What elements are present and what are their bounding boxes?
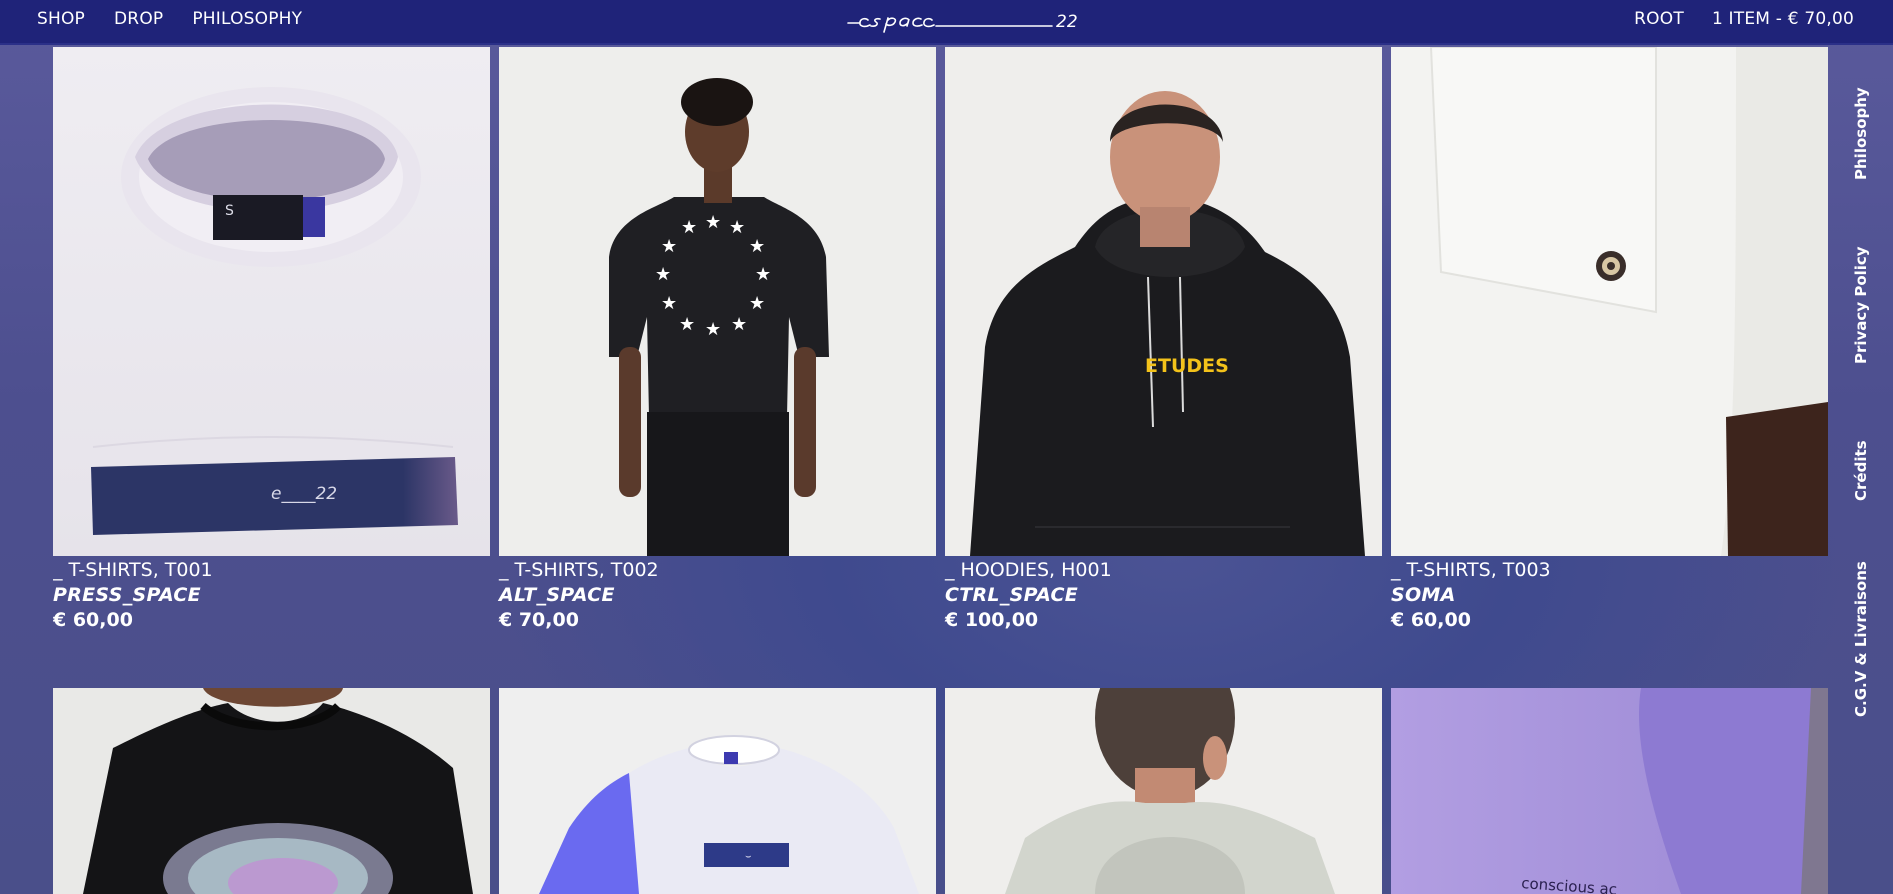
product-image[interactable]: conscious ac: [1391, 688, 1828, 894]
main-nav: SHOP DROP PHILOSOPHY: [37, 9, 302, 29]
vertical-footer-links: Philosophy Privacy Policy Crédits C.G.V …: [1830, 47, 1893, 894]
product-image[interactable]: [1391, 47, 1828, 556]
hoodie-print-text: ETUDES: [1145, 355, 1229, 377]
sidebar-link-philosophy[interactable]: Philosophy: [1852, 87, 1870, 180]
svg-text:★: ★: [729, 217, 745, 238]
product-grid-area: S e____22 _ T-SHIRTS, T001 PRESS_SPACE €…: [53, 47, 1830, 894]
size-tag-icon: S: [225, 203, 234, 219]
black-star-tshirt-model-photo: ★ ★★ ★★★ ★★★ ★★★: [499, 47, 936, 556]
shirt-label-text: e____22: [271, 484, 337, 504]
espace-22-logo-icon: 22: [847, 12, 1078, 33]
svg-text:★: ★: [755, 264, 771, 285]
product-info: _ T-SHIRTS, T002 ALT_SPACE € 70,00: [499, 556, 936, 633]
product-price: € 70,00: [499, 609, 579, 631]
white-tshirt-collar-photo: S e____22: [53, 47, 490, 556]
sidebar-link-credits[interactable]: Crédits: [1852, 440, 1870, 501]
product-price: € 60,00: [53, 609, 133, 631]
svg-text:★: ★: [661, 293, 677, 314]
product-image[interactable]: S e____22: [53, 47, 490, 556]
sidebar-link-privacy-policy[interactable]: Privacy Policy: [1852, 246, 1870, 364]
svg-text:★: ★: [731, 314, 747, 335]
product-price: € 60,00: [1391, 609, 1471, 631]
product-category: _ T-SHIRTS, T001: [53, 559, 213, 581]
svg-text:★: ★: [655, 264, 671, 285]
grey-hoodie-back-photo: [945, 688, 1382, 894]
product-card[interactable]: ETUDES _ HOODIES, H001 CTRL_SPACE € 100,…: [945, 47, 1382, 688]
white-tshirt-3d-render-photo: ⌣: [499, 688, 936, 894]
top-navigation-bar: SHOP DROP PHILOSOPHY 22 ROOT 1 ITEM - € …: [0, 0, 1893, 45]
svg-text:★: ★: [681, 217, 697, 238]
svg-text:★: ★: [705, 212, 721, 233]
account-nav: ROOT 1 ITEM - € 70,00: [1634, 9, 1854, 29]
product-grid: S e____22 _ T-SHIRTS, T001 PRESS_SPACE €…: [53, 47, 1830, 894]
sidebar-link-cgv-livraisons[interactable]: C.G.V & Livraisons: [1852, 561, 1870, 717]
product-card[interactable]: [945, 688, 1382, 894]
nav-philosophy-link[interactable]: PHILOSOPHY: [192, 9, 302, 29]
product-info: _ T-SHIRTS, T003 SOMA € 60,00: [1391, 556, 1828, 633]
product-card[interactable]: S e____22 _ T-SHIRTS, T001 PRESS_SPACE €…: [53, 47, 490, 688]
product-image[interactable]: ★ ★ ★ ★ ★ ★ ★ ★ ★ ★ ★ ★: [499, 47, 936, 556]
nav-drop-link[interactable]: DROP: [114, 9, 163, 29]
product-info: _ T-SHIRTS, T001 PRESS_SPACE € 60,00: [53, 556, 490, 633]
product-image[interactable]: [945, 688, 1382, 894]
product-card[interactable]: ★ ★ ★ ★ ★ ★ ★ ★ ★ ★ ★ ★ _ T-SHIRTS, T002 ALT_SPA…: [499, 47, 936, 688]
svg-text:★: ★: [705, 319, 721, 340]
product-name[interactable]: ALT_SPACE: [499, 583, 936, 608]
product-card[interactable]: ⌣: [499, 688, 936, 894]
nav-shop-link[interactable]: SHOP: [37, 9, 85, 29]
product-image[interactable]: ⌣: [499, 688, 936, 894]
mini-label-icon: ⌣: [745, 851, 752, 862]
account-link[interactable]: ROOT: [1634, 9, 1684, 29]
product-category: _ T-SHIRTS, T003: [1391, 559, 1551, 581]
black-hoodie-model-photo: ETUDES: [945, 47, 1382, 556]
product-image[interactable]: [53, 688, 490, 894]
svg-text:★: ★: [749, 236, 765, 257]
logo-number: 22: [1056, 12, 1078, 32]
product-name[interactable]: PRESS_SPACE: [53, 583, 490, 608]
svg-text:★: ★: [749, 293, 765, 314]
product-name[interactable]: SOMA: [1391, 583, 1828, 608]
site-logo[interactable]: 22: [846, 6, 1098, 36]
product-category: _ T-SHIRTS, T002: [499, 559, 659, 581]
product-name[interactable]: CTRL_SPACE: [945, 583, 1382, 608]
lilac-fabric-closeup-photo: conscious ac: [1391, 688, 1828, 894]
product-category: _ HOODIES, H001: [945, 559, 1112, 581]
svg-text:★: ★: [661, 236, 677, 257]
cart-link[interactable]: 1 ITEM - € 70,00: [1712, 9, 1854, 29]
product-card[interactable]: _ T-SHIRTS, T003 SOMA € 60,00: [1391, 47, 1828, 688]
product-card[interactable]: conscious ac: [1391, 688, 1828, 894]
product-card[interactable]: [53, 688, 490, 894]
product-info: _ HOODIES, H001 CTRL_SPACE € 100,00: [945, 556, 1382, 633]
product-image[interactable]: ETUDES: [945, 47, 1382, 556]
black-graphic-tshirt-photo: [53, 688, 490, 894]
svg-text:★: ★: [679, 314, 695, 335]
product-price: € 100,00: [945, 609, 1039, 631]
white-tshirt-pocket-photo: [1391, 47, 1828, 556]
